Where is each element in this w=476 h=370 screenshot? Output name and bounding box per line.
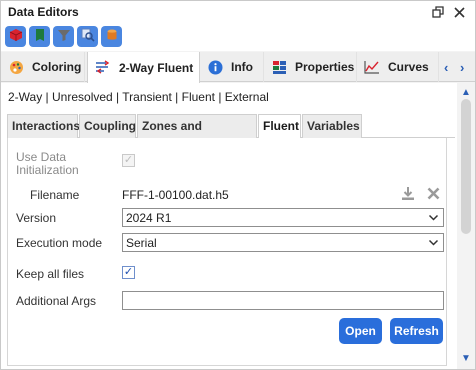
red-cube-icon	[9, 28, 23, 45]
refresh-button[interactable]: Refresh	[390, 318, 443, 344]
title-bar: Data Editors	[1, 1, 475, 23]
filename-value: FFF-1-00100.dat.h5	[122, 188, 229, 202]
subtab-zones-and-interfaces[interactable]: Zones and Interfaces	[137, 114, 257, 156]
toolbar	[1, 23, 475, 51]
execution-mode-select-value: Serial	[126, 236, 157, 250]
tab-info[interactable]: Info	[200, 52, 264, 82]
additional-args-input[interactable]	[122, 291, 444, 310]
version-label: Version	[16, 211, 57, 225]
subtab-variables[interactable]: Variables	[302, 114, 362, 138]
cylinder-tool-button[interactable]	[101, 26, 122, 47]
status-line: 2-Way | Unresolved | Transient | Fluent …	[8, 90, 269, 104]
version-select-value: 2024 R1	[126, 211, 172, 225]
filename-label: Filename	[30, 188, 80, 202]
use-data-init-checkbox[interactable]: ✓	[122, 154, 135, 167]
tab-properties[interactable]: Properties	[264, 52, 357, 82]
fluent-settings-form: Use Data Initialization ✓ Filename FFF-1…	[7, 138, 447, 366]
keep-all-files-label: Keep all files	[16, 267, 85, 281]
properties-icon	[271, 59, 287, 75]
green-book-icon	[33, 28, 47, 45]
vertical-scrollbar[interactable]: ▲ ▼	[457, 83, 475, 369]
close-icon[interactable]	[451, 4, 467, 20]
curve-chart-icon	[364, 59, 380, 75]
filter-tool-button[interactable]	[53, 26, 74, 47]
magnifier-icon	[81, 28, 95, 45]
tab-coloring[interactable]: Coloring	[1, 52, 85, 82]
use-data-init-label-line2: Initialization	[16, 163, 79, 177]
editor-tabs: Coloring 2-Way Fluent Info Properties Cu…	[1, 52, 475, 83]
chevron-down-icon	[428, 212, 439, 223]
subtabs: Interactions Coupling Zones and Interfac…	[7, 114, 455, 156]
additional-args-label: Additional Args	[16, 294, 97, 308]
tab-label: Info	[231, 60, 253, 74]
tab-label: Coloring	[32, 60, 82, 74]
open-button[interactable]: Open	[339, 318, 382, 344]
info-icon	[207, 59, 223, 75]
restore-icon[interactable]	[430, 4, 446, 20]
coupling-icon	[95, 60, 111, 76]
execution-mode-label: Execution mode	[16, 236, 103, 250]
tab-label: Properties	[295, 60, 355, 74]
execution-mode-select[interactable]: Serial	[122, 233, 444, 252]
tab-label: Curves	[388, 60, 429, 74]
palette-icon	[8, 59, 24, 75]
book-tool-button[interactable]	[29, 26, 50, 47]
editor-content: 2-Way | Unresolved | Transient | Fluent …	[1, 83, 457, 369]
funnel-icon	[57, 28, 71, 45]
use-data-init-label: Use Data	[16, 150, 67, 164]
subtab-fluent[interactable]: Fluent	[258, 114, 301, 139]
orange-cylinder-icon	[105, 28, 119, 45]
subtab-coupling[interactable]: Coupling	[79, 114, 136, 138]
tab-curves[interactable]: Curves	[357, 52, 439, 82]
scrollbar-thumb[interactable]	[461, 99, 471, 234]
tab-2-way-fluent[interactable]: 2-Way Fluent	[87, 52, 200, 83]
subtab-interactions[interactable]: Interactions	[7, 114, 80, 138]
panel-title: Data Editors	[8, 5, 79, 19]
tab-label: 2-Way Fluent	[119, 60, 194, 75]
data-editors-panel: Data Editors Coloring 2-Way Fluent Info …	[0, 0, 476, 370]
keep-all-files-checkbox[interactable]: ✓	[122, 266, 135, 279]
download-icon[interactable]	[399, 184, 417, 202]
tabs-scroll-right-icon[interactable]: ›	[460, 60, 464, 75]
chevron-down-icon	[428, 237, 439, 248]
cube-tool-button[interactable]	[5, 26, 26, 47]
clear-icon[interactable]	[424, 184, 442, 202]
find-tool-button[interactable]	[77, 26, 98, 47]
scroll-down-icon[interactable]: ▼	[457, 351, 475, 365]
scroll-up-icon[interactable]: ▲	[457, 85, 475, 99]
version-select[interactable]: 2024 R1	[122, 208, 444, 227]
tabs-scroll-left-icon[interactable]: ‹	[444, 60, 448, 75]
